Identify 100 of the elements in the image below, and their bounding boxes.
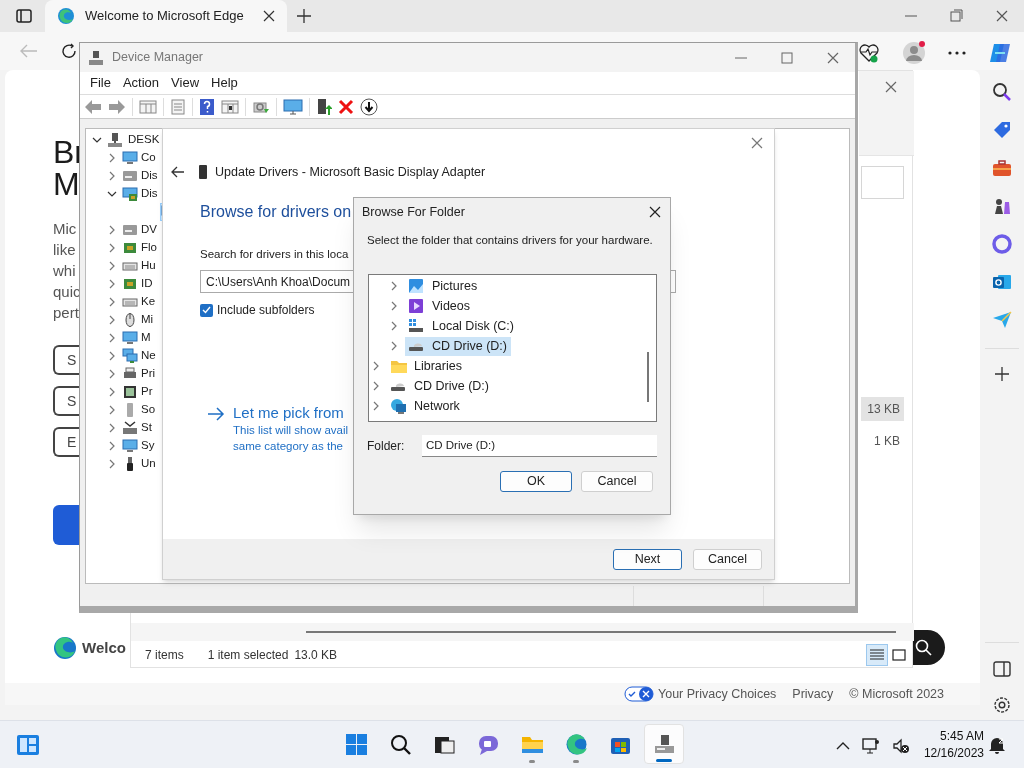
expand-icon[interactable] [107, 387, 117, 397]
tree-item[interactable]: Co [141, 149, 156, 167]
expand-icon[interactable] [107, 297, 117, 307]
tree-item[interactable]: ID [141, 275, 153, 293]
collapse-icon[interactable] [107, 189, 117, 199]
folder-item[interactable]: Pictures [405, 276, 482, 296]
add-icon[interactable] [995, 367, 1009, 381]
dialog-button[interactable]: Next [613, 548, 682, 570]
dialog-button[interactable]: Cancel [581, 471, 653, 493]
folder-item[interactable]: Local Disk (C:) [405, 316, 518, 336]
tab-actions-icon[interactable] [16, 9, 32, 23]
menu-item[interactable]: Help [205, 73, 244, 93]
expand-icon[interactable] [107, 279, 117, 289]
volume-muted-icon[interactable] [892, 737, 910, 755]
menu-item[interactable]: File [84, 73, 117, 93]
folder-item[interactable]: CD Drive (D:) [405, 336, 511, 356]
tree-item[interactable]: Sy [141, 437, 155, 455]
expand-icon[interactable] [107, 423, 117, 433]
more-icon[interactable] [948, 51, 966, 55]
mail-app-icon[interactable] [992, 272, 1012, 292]
tree-item[interactable]: Un [141, 455, 156, 473]
collapse-icon[interactable] [92, 135, 102, 145]
expand-icon[interactable] [371, 381, 381, 392]
refresh-icon[interactable] [61, 43, 77, 59]
avatar-icon[interactable] [902, 41, 926, 65]
tree-item[interactable]: Hu [141, 257, 156, 275]
new-tab-icon[interactable] [297, 9, 311, 23]
input-field[interactable] [861, 166, 904, 199]
tree-item[interactable]: Ke [141, 293, 156, 311]
menu-item[interactable]: View [165, 73, 206, 93]
chevron-up-icon[interactable] [836, 741, 850, 751]
send-icon[interactable] [992, 310, 1012, 330]
tree-item[interactable]: DV [141, 221, 157, 239]
close-icon[interactable] [649, 206, 661, 218]
tree-item[interactable]: DESK [128, 131, 160, 149]
expand-icon[interactable] [107, 459, 117, 469]
copilot-icon[interactable] [988, 41, 1012, 65]
dialog-button[interactable]: Cancel [693, 548, 762, 570]
folder-item[interactable]: Libraries [387, 356, 466, 376]
menu-item[interactable]: Action [116, 73, 166, 93]
notifications-icon[interactable] [988, 736, 1006, 754]
tree-item[interactable]: Ne [141, 347, 156, 365]
office-icon[interactable] [992, 234, 1012, 254]
expand-icon[interactable] [389, 341, 399, 352]
network-icon[interactable] [862, 737, 880, 755]
folder-item[interactable]: Videos [405, 296, 474, 316]
folder-item[interactable]: CD Drive (D:) [387, 376, 493, 396]
tree-item[interactable]: Dis [141, 167, 158, 185]
help-icon[interactable] [199, 97, 215, 116]
expand-icon[interactable] [389, 301, 399, 312]
grid-view-icon[interactable] [221, 98, 239, 115]
expand-icon[interactable] [107, 441, 117, 451]
size-cell[interactable]: 1 KB [861, 429, 904, 453]
expand-icon[interactable] [107, 243, 117, 253]
tab-close-icon[interactable] [263, 10, 275, 22]
tree-item[interactable]: Mi [141, 311, 154, 329]
download-icon[interactable] [360, 97, 378, 116]
tag-icon[interactable] [992, 120, 1012, 140]
monitor-icon[interactable] [283, 98, 303, 115]
expand-icon[interactable] [107, 369, 117, 379]
browser-tab[interactable]: Welcome to Microsoft Edge [45, 0, 287, 32]
privacy-link[interactable]: Privacy [792, 684, 834, 704]
taskbar-button[interactable] [644, 724, 684, 764]
folder-field[interactable]: CD Drive (D:) [422, 435, 657, 458]
expand-icon[interactable] [107, 315, 117, 325]
update-driver-icon[interactable] [316, 97, 332, 116]
expand-icon[interactable] [107, 261, 117, 271]
expand-icon[interactable] [371, 401, 381, 412]
tree-item[interactable]: Dis [141, 185, 158, 203]
scrollbar[interactable] [647, 352, 649, 403]
tree-item[interactable]: M [141, 329, 151, 347]
back-icon[interactable] [171, 166, 185, 178]
settings-icon[interactable] [992, 695, 1012, 715]
expand-icon[interactable] [371, 361, 381, 372]
uninstall-icon[interactable] [338, 98, 354, 115]
checkbox[interactable] [200, 303, 213, 317]
expand-icon[interactable] [107, 333, 117, 343]
tree-item[interactable]: So [141, 401, 156, 419]
link[interactable]: Let me pick from [233, 404, 349, 423]
expand-icon[interactable] [107, 225, 117, 235]
expand-icon[interactable] [389, 281, 399, 292]
expand-icon[interactable] [389, 321, 399, 332]
heart-pulse-icon[interactable] [858, 43, 880, 63]
dialog-button[interactable]: OK [500, 471, 572, 493]
expand-icon[interactable] [107, 171, 117, 181]
chess-pieces-icon[interactable] [992, 196, 1012, 216]
restore-icon[interactable] [950, 9, 964, 23]
toolbox-icon[interactable] [992, 158, 1012, 178]
arrow-right-icon[interactable] [207, 407, 225, 422]
tree-item[interactable]: Flo [141, 239, 157, 257]
tree-item[interactable]: Pri [141, 365, 156, 383]
maximize-icon[interactable] [781, 51, 793, 64]
expand-icon[interactable] [107, 351, 117, 361]
privacy-choices-link[interactable]: Your Privacy Choices [658, 684, 777, 704]
privacy-toggle-icon[interactable] [624, 686, 654, 702]
view-button[interactable] [866, 644, 888, 666]
search-icon[interactable] [992, 82, 1012, 102]
expand-icon[interactable] [107, 153, 117, 163]
close-icon[interactable] [996, 10, 1008, 22]
expand-icon[interactable] [107, 405, 117, 415]
